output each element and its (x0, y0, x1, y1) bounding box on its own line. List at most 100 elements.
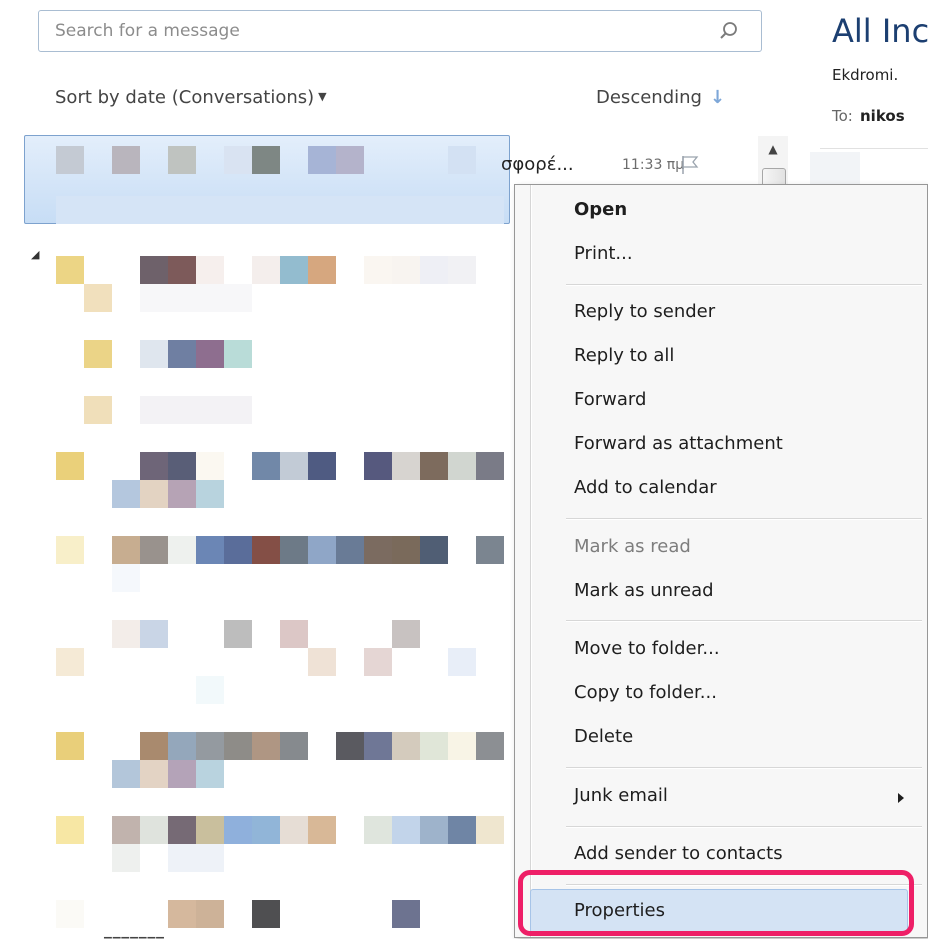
blurred-pixel (364, 648, 392, 676)
blurred-pixel (364, 536, 392, 564)
blurred-pixel (56, 816, 84, 844)
blurred-pixel (476, 816, 504, 844)
blurred-pixel (308, 452, 336, 480)
menu-item-delete[interactable]: Delete (574, 726, 633, 747)
blurred-pixel (140, 340, 168, 368)
menu-item-forward[interactable]: Forward (574, 389, 646, 410)
blurred-pixel (112, 844, 140, 872)
blurred-pixel (308, 256, 336, 284)
blurred-pixel (168, 760, 196, 788)
menu-item-print[interactable]: Print... (574, 243, 633, 264)
blurred-pixel (196, 480, 224, 508)
menu-item-reply-to-sender[interactable]: Reply to sender (574, 301, 715, 322)
blurred-pixel (56, 648, 84, 676)
blurred-pixel (252, 536, 280, 564)
divider (820, 148, 928, 149)
menu-item-mark-as-read: Mark as read (574, 536, 691, 557)
blurred-pixel (140, 816, 168, 844)
scroll-up-icon[interactable]: ▲ (758, 136, 788, 162)
search-icon[interactable] (719, 21, 739, 41)
sort-by-dropdown[interactable]: Sort by date (Conversations) ▼ (55, 87, 327, 108)
reading-pane-to-label: To: (832, 107, 853, 125)
blurred-pixel (168, 816, 196, 844)
blurred-pixel (420, 536, 448, 564)
blurred-pixel (196, 760, 224, 788)
blurred-pixel (56, 146, 84, 174)
blurred-pixel (84, 396, 112, 424)
menu-item-open[interactable]: Open (574, 199, 627, 220)
blurred-pixel (168, 340, 196, 368)
chevron-down-icon: ▼ (318, 90, 327, 103)
blurred-pixel (420, 816, 448, 844)
blurred-pixel (56, 732, 84, 760)
blurred-pixel (140, 396, 252, 424)
blurred-pixel (224, 816, 252, 844)
blurred-pixel (84, 284, 112, 312)
blurred-pixel (56, 196, 504, 224)
blurred-pixel (364, 452, 392, 480)
blurred-pixel (476, 536, 504, 564)
blurred-pixel (280, 620, 308, 648)
blurred-pixel (252, 816, 280, 844)
blurred-pixel (168, 844, 224, 872)
blurred-pixel (140, 536, 168, 564)
blurred-pixel (196, 900, 224, 928)
blurred-pixel (84, 340, 112, 368)
blurred-pixel (168, 732, 196, 760)
menu-item-move-to-folder[interactable]: Move to folder... (574, 638, 720, 659)
menu-item-add-to-calendar[interactable]: Add to calendar (574, 477, 717, 498)
blurred-pixel (252, 732, 280, 760)
menu-item-forward-as-attachment[interactable]: Forward as attachment (574, 433, 783, 454)
blurred-pixel (140, 452, 168, 480)
blurred-pixel (196, 676, 224, 704)
blurred-pixel (448, 648, 476, 676)
blurred-pixel (420, 452, 448, 480)
flag-icon[interactable] (680, 154, 704, 176)
expand-triangle-icon[interactable]: ◢ (31, 248, 39, 261)
blurred-pixel (196, 256, 224, 284)
blurred-pixel (112, 564, 140, 592)
blurred-pixel (280, 256, 308, 284)
blurred-pixel (224, 620, 252, 648)
menu-item-mark-as-unread[interactable]: Mark as unread (574, 580, 714, 601)
blurred-pixel (196, 816, 224, 844)
search-input[interactable] (39, 11, 699, 51)
blurred-pixel (420, 732, 448, 760)
blurred-pixel (280, 452, 308, 480)
blurred-pixel (112, 536, 140, 564)
reading-pane-from: Ekdromi. (832, 66, 899, 84)
blurred-pixel (252, 146, 280, 174)
blurred-pixel (364, 816, 392, 844)
blurred-pixel (280, 536, 308, 564)
sort-by-label: Sort by date (Conversations) (55, 87, 315, 108)
blurred-pixel (168, 536, 196, 564)
menu-item-add-sender-to-contacts[interactable]: Add sender to contacts (574, 843, 783, 864)
blurred-pixel (392, 620, 420, 648)
blurred-pixel (252, 900, 280, 928)
blurred-pixel (56, 536, 84, 564)
blurred-pixel (448, 146, 476, 174)
message-time: 11:33 πμ (622, 157, 685, 173)
menu-separator (566, 284, 922, 286)
search-box[interactable] (38, 10, 762, 52)
blurred-pixel (224, 536, 252, 564)
blurred-pixel (448, 732, 476, 760)
menu-item-copy-to-folder[interactable]: Copy to folder... (574, 682, 717, 703)
menu-gutter-line (531, 185, 532, 937)
blurred-pixel (112, 480, 140, 508)
blurred-pixel (168, 452, 196, 480)
blurred-pixel (420, 256, 448, 284)
menu-item-junk-email[interactable]: Junk email (574, 785, 668, 806)
blurred-pixel (168, 480, 196, 508)
blurred-pixel (392, 536, 420, 564)
blurred-pixel (336, 146, 364, 174)
sort-order-toggle[interactable]: Descending ↓ (596, 87, 725, 108)
blurred-pixel (112, 146, 140, 174)
blurred-pixel (168, 900, 196, 928)
menu-item-reply-to-all[interactable]: Reply to all (574, 345, 674, 366)
blurred-pixel (112, 620, 140, 648)
blurred-pixel (140, 480, 168, 508)
blurred-pixel (308, 146, 336, 174)
blurred-pixel (140, 256, 168, 284)
message-subject: σφορέ... (501, 154, 574, 175)
